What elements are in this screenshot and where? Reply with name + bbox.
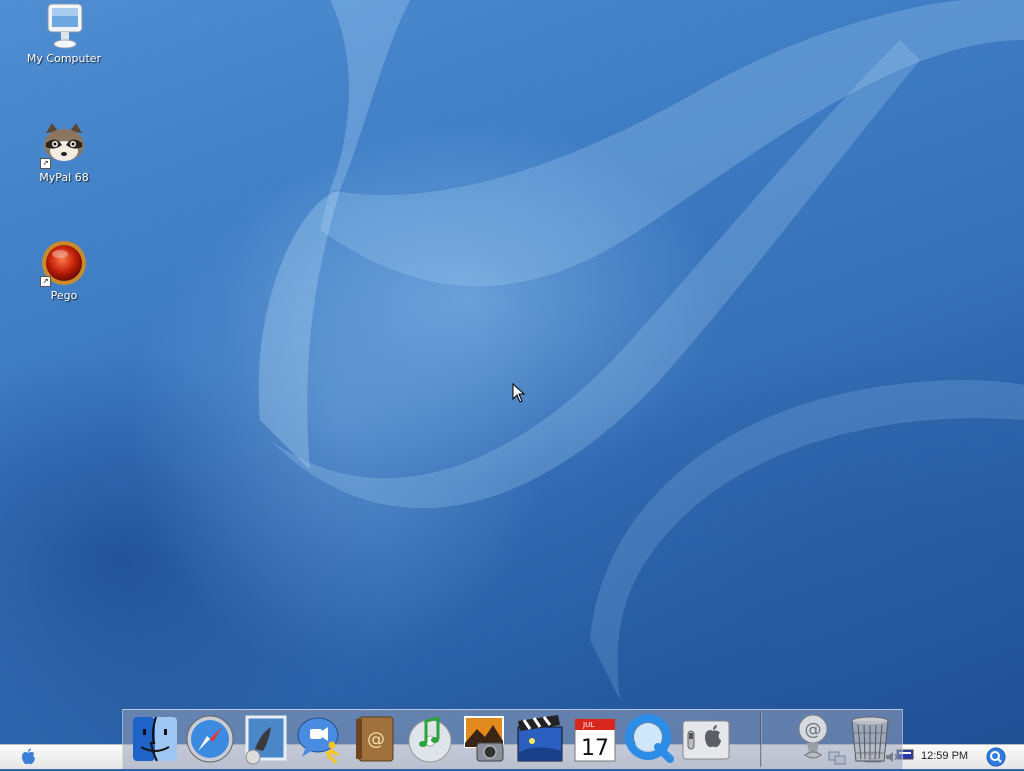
mypal-raccoon-icon: ↗ bbox=[40, 121, 88, 169]
svg-text:@: @ bbox=[805, 720, 822, 740]
pego-red-orb-icon: ↗ bbox=[40, 239, 88, 287]
desktop-icon-label: MyPal 68 bbox=[39, 171, 89, 184]
imovie-icon bbox=[517, 715, 563, 762]
desktop-icon-my-computer[interactable]: My Computer bbox=[14, 2, 114, 65]
iphoto-icon bbox=[464, 716, 504, 762]
dock-item-quicktime[interactable] bbox=[624, 713, 676, 765]
computer-icon bbox=[40, 2, 88, 50]
address-book-icon: @ bbox=[356, 716, 394, 762]
search-icon bbox=[986, 747, 1006, 767]
finder-icon bbox=[133, 716, 177, 762]
ical-month: JUL bbox=[582, 721, 594, 729]
dock-item-imovie[interactable] bbox=[514, 713, 566, 765]
dock-item-finder[interactable] bbox=[129, 713, 181, 765]
ical-icon: JUL 17 bbox=[574, 718, 616, 762]
dock-item-internet-connect[interactable]: @ bbox=[789, 713, 841, 765]
shortcut-arrow-icon: ↗ bbox=[40, 276, 51, 287]
quicktime-icon bbox=[625, 714, 674, 763]
desktop-icon-label: Pego bbox=[50, 289, 78, 302]
dock-item-system-preferences[interactable] bbox=[679, 713, 731, 765]
dock-item-iphoto[interactable] bbox=[459, 713, 511, 765]
mail-icon bbox=[245, 715, 287, 765]
dock-item-address-book[interactable]: @ bbox=[349, 713, 401, 765]
svg-text:@: @ bbox=[367, 729, 385, 750]
safari-icon bbox=[186, 715, 234, 763]
system-preferences-icon bbox=[682, 720, 730, 760]
trash-icon bbox=[851, 716, 889, 762]
ichat-icon bbox=[297, 717, 339, 764]
itunes-icon bbox=[408, 716, 452, 763]
dock-item-ical[interactable]: JUL 17 bbox=[569, 713, 621, 765]
dock-item-trash[interactable] bbox=[844, 713, 896, 765]
start-button[interactable] bbox=[14, 747, 42, 767]
shortcut-arrow-icon: ↗ bbox=[40, 158, 51, 169]
ical-day: 17 bbox=[581, 736, 609, 761]
internet-connect-icon: @ bbox=[798, 714, 828, 759]
dock-item-safari[interactable] bbox=[184, 713, 236, 765]
desktop-icon-mypal[interactable]: ↗ MyPal 68 bbox=[14, 121, 114, 184]
dock: @ JUL 17 @ bbox=[122, 709, 903, 769]
dock-item-mail[interactable] bbox=[239, 713, 291, 765]
dock-item-ichat[interactable] bbox=[294, 713, 346, 765]
taskbar-clock[interactable]: 12:59 PM bbox=[921, 750, 968, 762]
mouse-pointer-icon bbox=[512, 383, 526, 403]
dock-item-itunes[interactable] bbox=[404, 713, 456, 765]
desktop-icon-label: My Computer bbox=[26, 52, 102, 65]
dock-divider bbox=[760, 712, 762, 767]
apple-logo-icon bbox=[22, 748, 35, 765]
desktop-icon-pego[interactable]: ↗ Pego bbox=[14, 239, 114, 302]
search-button[interactable] bbox=[986, 747, 1006, 767]
desktop-wallpaper: My Computer ↗ MyPal 68 ↗ Pego bbox=[0, 0, 1024, 768]
